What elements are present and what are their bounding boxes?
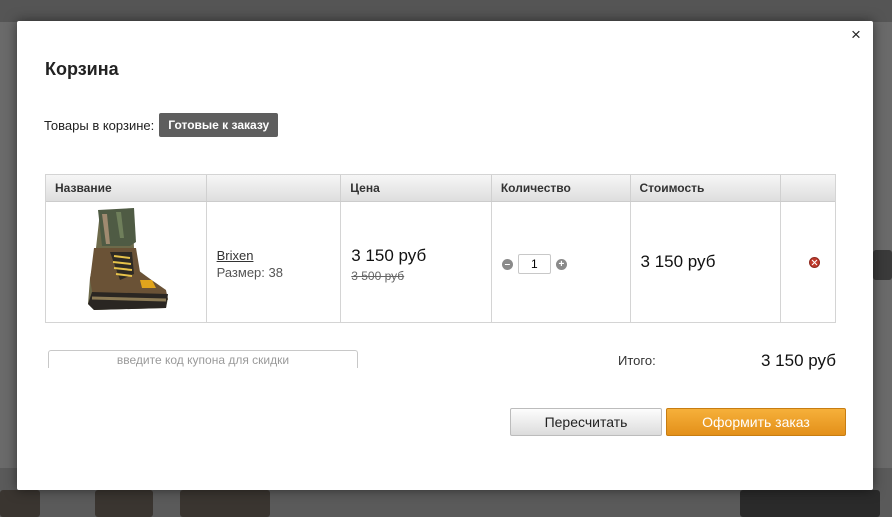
tab-ready-to-order[interactable]: Готовые к заказу [159,113,279,137]
background-thumb [0,490,40,517]
modal-title: Корзина [45,59,119,79]
background-thumb [95,490,153,517]
product-name-link[interactable]: Brixen [217,248,254,263]
product-image-cell [46,202,207,323]
background-strip [0,0,892,22]
boot-product-image[interactable] [80,208,172,314]
background-thumb [740,490,880,517]
product-size: Размер: 38 [216,265,283,280]
quantity-cell: – + [492,202,631,323]
remove-cell [781,202,835,323]
quantity-input[interactable] [517,254,551,274]
product-info-cell: Brixen Размер: 38 [207,202,342,323]
item-cost: 3 150 руб [640,252,716,271]
background-thumb [180,490,270,517]
total-label: Итого: [618,353,656,368]
minus-icon[interactable]: – [501,258,513,270]
checkout-button[interactable]: Оформить заказ [666,408,846,436]
column-header-details [207,175,342,201]
close-icon[interactable]: × [849,26,863,43]
cost-cell: 3 150 руб [631,202,782,323]
quantity-stepper: – + [501,254,567,274]
column-header-cost: Стоимость [631,175,782,201]
column-header-remove [781,175,835,201]
table-row: Brixen Размер: 38 3 150 руб 3 500 руб – … [46,202,835,323]
table-header: Название Цена Количество Стоимость [46,175,835,202]
column-header-quantity: Количество [492,175,631,201]
old-price: 3 500 руб [351,269,405,283]
cart-modal: × Корзина Товары в корзине: Готовые к за… [17,21,873,490]
cart-table: Название Цена Количество Стоимость Brixe… [45,174,836,323]
column-header-price: Цена [341,175,492,201]
tabs-label: Товары в корзине: [44,117,155,133]
cart-tabs: Товары в корзине: Готовые к заказу [44,113,279,137]
background-thumb [873,250,892,280]
total-value: 3 150 руб [761,351,836,370]
remove-item-icon[interactable] [809,257,821,268]
coupon-input[interactable] [48,350,358,368]
column-header-name: Название [46,175,207,201]
price-cell: 3 150 руб 3 500 руб [341,202,492,323]
current-price: 3 150 руб [351,246,427,265]
plus-icon[interactable]: + [555,258,567,270]
recalculate-button[interactable]: Пересчитать [510,408,662,436]
